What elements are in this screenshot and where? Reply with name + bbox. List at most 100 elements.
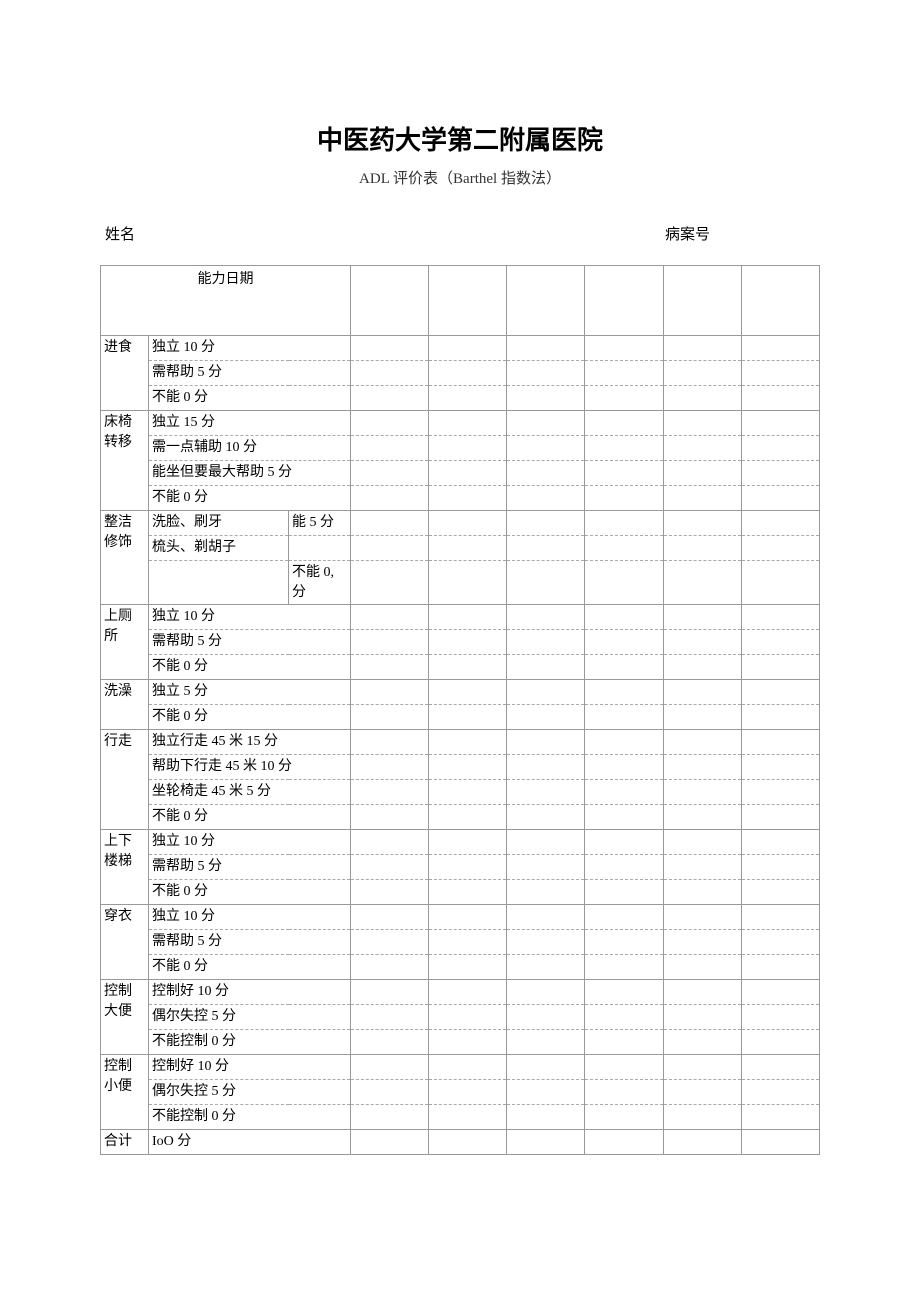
score-cell[interactable]: [585, 1080, 663, 1105]
score-cell[interactable]: [507, 855, 585, 880]
score-cell[interactable]: [507, 536, 585, 561]
score-cell[interactable]: [585, 1005, 663, 1030]
score-cell[interactable]: [429, 780, 507, 805]
score-cell[interactable]: [741, 1080, 819, 1105]
score-cell[interactable]: [507, 336, 585, 361]
score-cell[interactable]: [507, 955, 585, 980]
score-cell[interactable]: [429, 1130, 507, 1155]
score-cell[interactable]: [429, 266, 507, 336]
score-cell[interactable]: [351, 830, 429, 855]
score-cell[interactable]: [585, 1130, 663, 1155]
score-cell[interactable]: [585, 655, 663, 680]
score-cell[interactable]: [585, 680, 663, 705]
score-cell[interactable]: [351, 680, 429, 705]
score-cell[interactable]: [585, 605, 663, 630]
score-cell[interactable]: [741, 755, 819, 780]
score-cell[interactable]: [663, 880, 741, 905]
score-cell[interactable]: [429, 361, 507, 386]
score-cell[interactable]: [429, 536, 507, 561]
score-cell[interactable]: [351, 511, 429, 536]
score-cell[interactable]: [585, 336, 663, 361]
score-cell[interactable]: [351, 386, 429, 411]
score-cell[interactable]: [351, 1130, 429, 1155]
score-cell[interactable]: [507, 880, 585, 905]
score-cell[interactable]: [585, 755, 663, 780]
score-cell[interactable]: [507, 630, 585, 655]
score-cell[interactable]: [741, 955, 819, 980]
score-cell[interactable]: [351, 461, 429, 486]
score-cell[interactable]: [429, 680, 507, 705]
score-cell[interactable]: [507, 1005, 585, 1030]
score-cell[interactable]: [507, 605, 585, 630]
score-cell[interactable]: [429, 411, 507, 436]
score-cell[interactable]: [507, 1030, 585, 1055]
score-cell[interactable]: [351, 705, 429, 730]
score-cell[interactable]: [351, 955, 429, 980]
score-cell[interactable]: [351, 1005, 429, 1030]
score-cell[interactable]: [429, 511, 507, 536]
score-cell[interactable]: [663, 605, 741, 630]
score-cell[interactable]: [663, 680, 741, 705]
score-cell[interactable]: [585, 486, 663, 511]
score-cell[interactable]: [741, 461, 819, 486]
score-cell[interactable]: [663, 805, 741, 830]
score-cell[interactable]: [429, 655, 507, 680]
score-cell[interactable]: [585, 705, 663, 730]
score-cell[interactable]: [741, 1105, 819, 1130]
score-cell[interactable]: [351, 655, 429, 680]
score-cell[interactable]: [351, 561, 429, 605]
score-cell[interactable]: [351, 855, 429, 880]
score-cell[interactable]: [507, 1080, 585, 1105]
score-cell[interactable]: [741, 880, 819, 905]
score-cell[interactable]: [507, 266, 585, 336]
score-cell[interactable]: [429, 755, 507, 780]
score-cell[interactable]: [351, 805, 429, 830]
score-cell[interactable]: [741, 730, 819, 755]
score-cell[interactable]: [507, 780, 585, 805]
score-cell[interactable]: [741, 336, 819, 361]
score-cell[interactable]: [663, 705, 741, 730]
score-cell[interactable]: [429, 955, 507, 980]
score-cell[interactable]: [663, 486, 741, 511]
score-cell[interactable]: [429, 386, 507, 411]
score-cell[interactable]: [585, 511, 663, 536]
score-cell[interactable]: [663, 855, 741, 880]
score-cell[interactable]: [429, 930, 507, 955]
score-cell[interactable]: [663, 386, 741, 411]
score-cell[interactable]: [585, 536, 663, 561]
score-cell[interactable]: [741, 605, 819, 630]
score-cell[interactable]: [585, 855, 663, 880]
score-cell[interactable]: [663, 461, 741, 486]
score-cell[interactable]: [663, 930, 741, 955]
score-cell[interactable]: [507, 1130, 585, 1155]
score-cell[interactable]: [741, 1130, 819, 1155]
score-cell[interactable]: [585, 880, 663, 905]
score-cell[interactable]: [663, 336, 741, 361]
score-cell[interactable]: [585, 905, 663, 930]
score-cell[interactable]: [507, 655, 585, 680]
score-cell[interactable]: [507, 386, 585, 411]
score-cell[interactable]: [429, 905, 507, 930]
score-cell[interactable]: [741, 705, 819, 730]
score-cell[interactable]: [663, 1130, 741, 1155]
score-cell[interactable]: [585, 955, 663, 980]
score-cell[interactable]: [429, 436, 507, 461]
score-cell[interactable]: [429, 1055, 507, 1080]
score-cell[interactable]: [351, 605, 429, 630]
score-cell[interactable]: [663, 955, 741, 980]
score-cell[interactable]: [741, 486, 819, 511]
score-cell[interactable]: [429, 630, 507, 655]
score-cell[interactable]: [585, 436, 663, 461]
score-cell[interactable]: [741, 266, 819, 336]
score-cell[interactable]: [507, 561, 585, 605]
score-cell[interactable]: [429, 980, 507, 1005]
score-cell[interactable]: [429, 605, 507, 630]
score-cell[interactable]: [429, 1080, 507, 1105]
score-cell[interactable]: [507, 905, 585, 930]
score-cell[interactable]: [585, 461, 663, 486]
score-cell[interactable]: [507, 830, 585, 855]
score-cell[interactable]: [741, 1055, 819, 1080]
score-cell[interactable]: [351, 630, 429, 655]
score-cell[interactable]: [585, 266, 663, 336]
score-cell[interactable]: [585, 630, 663, 655]
